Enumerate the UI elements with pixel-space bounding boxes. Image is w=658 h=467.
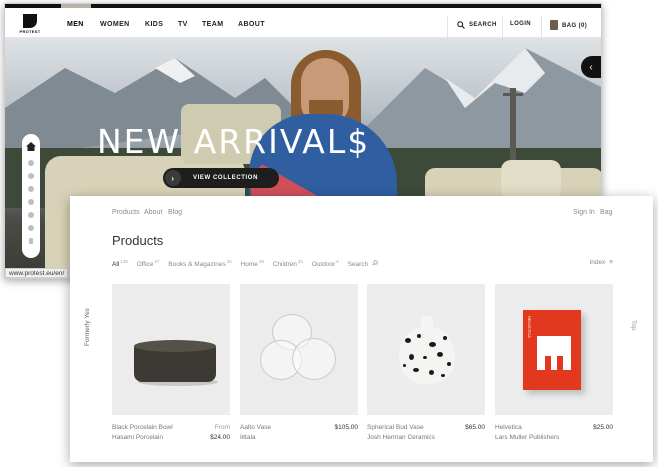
logo-mark-icon [23,14,37,28]
divider [502,16,503,38]
nav-products[interactable]: Products [112,209,140,216]
sign-in-link[interactable]: Sign In [573,209,595,216]
product-card-helvetica[interactable]: HELVETICA [495,284,613,415]
login-link[interactable]: LOGIN [510,21,531,27]
truck-light [501,160,561,200]
nav-team[interactable]: TEAM [202,21,223,28]
product-card-aalto-vase[interactable] [240,284,358,415]
product-caption[interactable]: Black Porcelain Bowl Hasami Porcelain Fr… [112,423,230,443]
nav-women[interactable]: WOMEN [100,21,130,28]
category-filters: All145 Office27 Books & Magazines36 Home… [112,259,385,268]
search-filter[interactable]: Search [348,260,378,268]
site-name-vertical: Formerly Yes [84,308,91,346]
index-toggle[interactable]: Index ≡ [589,259,613,266]
nav-kids[interactable]: KIDS [145,21,163,28]
bag-icon [550,20,558,30]
section-dot[interactable] [28,225,34,231]
filter-office[interactable]: Office27 [137,259,160,268]
hero-title: NEW ARRIVAL$ [97,122,371,161]
section-dot[interactable] [29,238,33,244]
filter-books-magazines[interactable]: Books & Magazines36 [168,259,231,268]
chevron-left-icon: ‹ [589,61,593,73]
section-dot[interactable] [28,199,34,205]
product-caption[interactable]: Aalto Vase Iittala $105.00 [240,423,358,443]
product-card-bowl[interactable] [112,284,230,415]
product-card-bud-vase[interactable] [367,284,485,415]
bag-link[interactable]: Bag [600,209,612,216]
home-icon[interactable] [26,142,36,151]
chevron-right-icon: › [165,170,181,186]
product-caption[interactable]: Helvetica Lars Muller Publishers $25.00 [495,423,613,443]
nav-men[interactable]: MEN [67,21,84,28]
nav-about[interactable]: ABOUT [238,21,265,28]
section-dot[interactable] [28,173,34,179]
product-caption[interactable]: Spherical Bud Vase Josh Herman Ceramics … [367,423,485,443]
status-url: www.protest.eu/en/ [5,268,69,278]
nav-blog[interactable]: Blog [168,209,182,216]
back-to-top-link[interactable]: Top [630,320,637,330]
section-dot[interactable] [28,186,34,192]
search-button[interactable]: SEARCH [457,21,497,29]
search-icon [457,21,465,29]
page-title: Products [112,233,164,248]
section-dot[interactable] [28,160,34,166]
formerly-yes-window: Products About Blog Sign In Bag Products… [70,196,653,462]
section-dot[interactable] [28,212,34,218]
view-collection-button[interactable]: › VIEW COLLECTION [163,168,279,188]
section-dots [22,134,40,258]
filter-children[interactable]: Children23 [273,259,303,268]
nav-about[interactable]: About [144,209,162,216]
filter-all[interactable]: All145 [112,259,128,268]
list-icon: ≡ [609,259,613,266]
nav-tv[interactable]: TV [178,21,188,28]
protest-logo[interactable]: PROTEST [19,14,41,36]
helvetica-book-image: HELVETICA [523,310,581,390]
bag-button[interactable]: BAG (0) [550,20,587,31]
search-icon [372,260,378,266]
main-nav: PROTEST MEN WOMEN KIDS TV TEAM ABOUT SEA… [5,8,601,38]
divider [447,16,448,38]
speckled-vase-image [399,326,455,384]
carousel-prev-button[interactable]: ‹ [581,56,601,78]
filter-outdoor[interactable]: Outdoor9 [312,259,339,268]
filter-home[interactable]: Home48 [241,259,264,268]
divider [541,16,542,38]
